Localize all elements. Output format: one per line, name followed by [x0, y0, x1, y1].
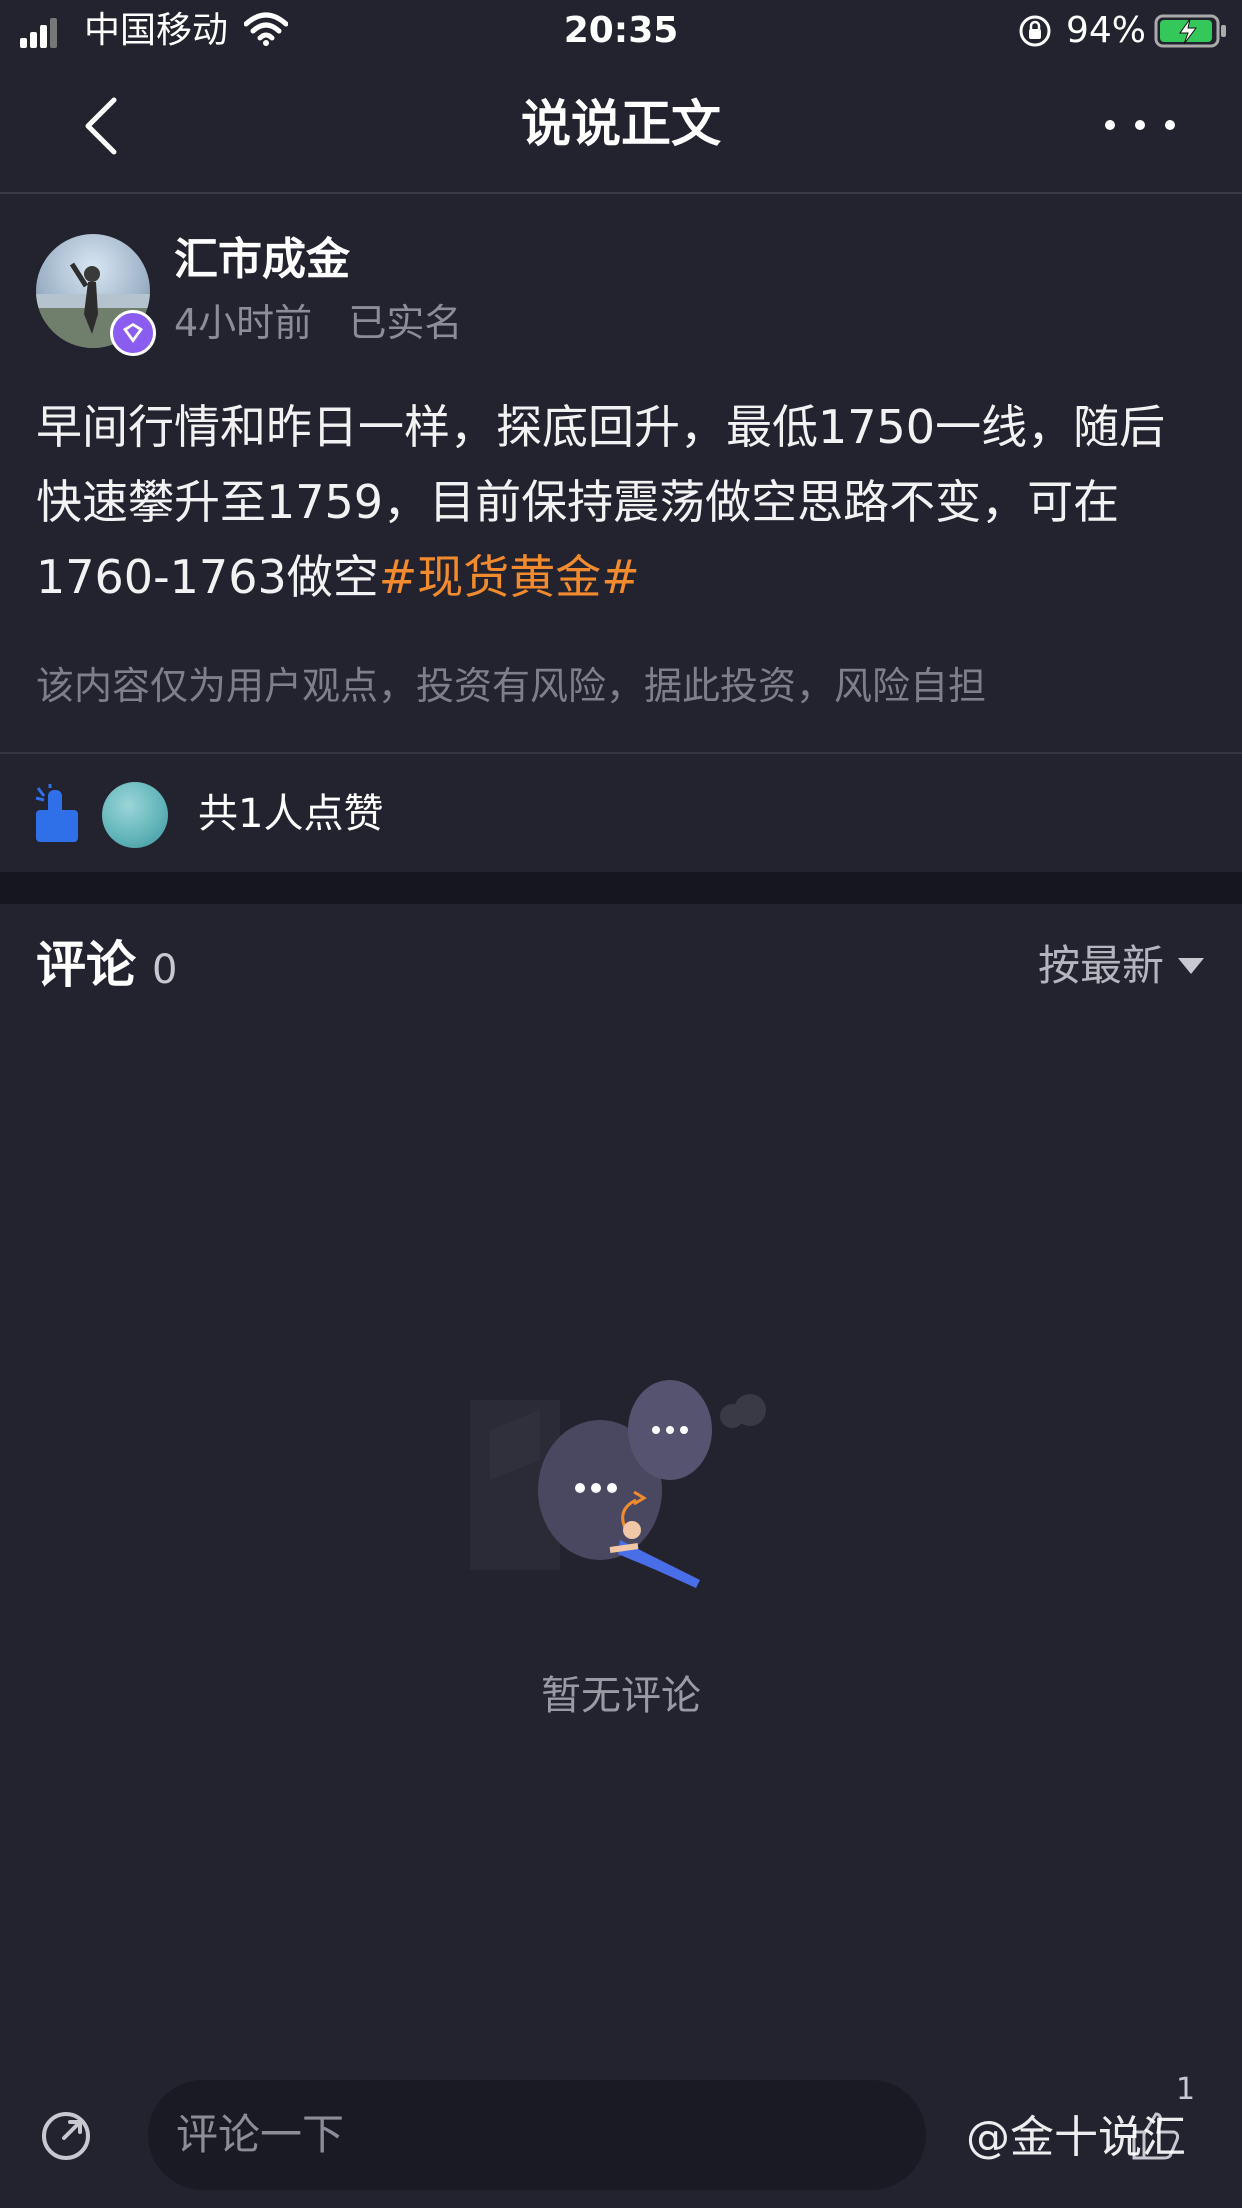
liker-avatar[interactable]: [102, 782, 168, 848]
page-title: 说说正文: [521, 95, 721, 153]
status-time: 20:35: [563, 10, 679, 51]
watermark-text: @金十说汇: [966, 2112, 1186, 2163]
comments-heading: 评论: [36, 936, 136, 994]
hashtag-link[interactable]: #现货黄金#: [379, 550, 640, 604]
battery-percent: 94%: [1066, 10, 1147, 51]
chevron-down-icon[interactable]: [1176, 956, 1206, 976]
risk-disclaimer: 该内容仅为用户观点，投资有风险，据此投资，风险自担: [36, 664, 987, 708]
share-icon[interactable]: [40, 2110, 92, 2162]
rotation-lock-icon: [1019, 15, 1051, 47]
verified-badge-icon: [110, 310, 156, 356]
thumbs-up-icon: [35, 784, 78, 842]
comment-input[interactable]: 评论一下: [148, 2080, 926, 2190]
nav-bar: 说说正文: [0, 62, 1242, 194]
empty-comments-text: 暂无评论: [541, 1673, 701, 1719]
battery-charging-icon: [1154, 14, 1226, 48]
author-name[interactable]: 汇市成金: [174, 232, 350, 288]
status-bar: 中国移动 20:35 94%: [0, 0, 1242, 62]
comments-count: 0: [152, 947, 178, 993]
empty-comments-illustration-icon: [470, 1380, 766, 1588]
sort-dropdown[interactable]: 按最新: [1038, 936, 1164, 996]
post-body: 早间行情和昨日一样，探底回升，最低1750一线，随后快速攀升至1759，目前保持…: [36, 390, 1206, 615]
more-options-icon[interactable]: [1100, 110, 1180, 140]
likes-row[interactable]: 共1人点赞: [0, 752, 1242, 874]
like-summary: 共1人点赞: [198, 791, 384, 837]
section-divider: [0, 872, 1242, 904]
post-meta: 4小时前 已实名: [174, 301, 463, 345]
like-count: 1: [1176, 2072, 1196, 2107]
